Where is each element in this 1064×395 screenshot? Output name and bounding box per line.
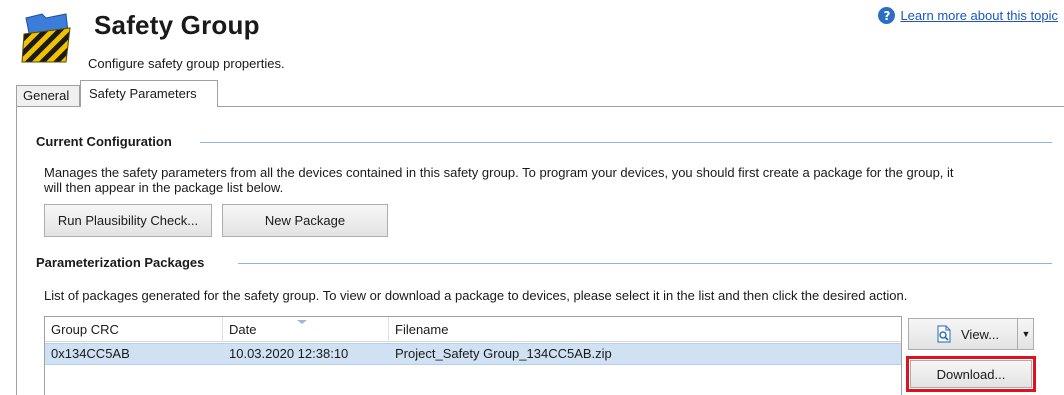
current-configuration-description: Manages the safety parameters from all t… [44, 165, 954, 195]
parameterization-packages-heading: Parameterization Packages [36, 255, 213, 270]
document-view-icon [935, 325, 953, 343]
view-button[interactable]: View... [909, 319, 1017, 349]
table-row[interactable]: 0x134CC5AB 10.03.2020 12:38:10 Project_S… [45, 343, 901, 365]
packages-table[interactable]: Group CRC Date Filename 0x134CC5AB 10.03… [44, 316, 902, 395]
view-button-label: View... [961, 326, 1000, 342]
page-header: Safety Group Configure safety group prop… [0, 0, 1064, 80]
chevron-down-icon[interactable]: ▼ [1018, 319, 1034, 349]
tab-strip: General Safety Parameters [0, 80, 1064, 107]
section-divider [200, 142, 1052, 143]
download-button[interactable]: Download... [910, 360, 1032, 388]
panel-border [16, 106, 17, 395]
view-split-button[interactable]: View... ▼ [908, 318, 1034, 350]
sort-arrow-icon [297, 320, 307, 324]
column-header-filename[interactable]: Filename [389, 317, 901, 342]
column-header-group-crc[interactable]: Group CRC [45, 317, 223, 342]
table-header: Group CRC Date Filename [45, 317, 901, 342]
tab-safety-parameters[interactable]: Safety Parameters [80, 80, 218, 107]
current-configuration-heading: Current Configuration [36, 134, 180, 149]
tab-general[interactable]: General [16, 85, 80, 107]
new-package-button[interactable]: New Package [222, 204, 388, 237]
cell-group-crc: 0x134CC5AB [51, 346, 130, 361]
safety-group-folder-icon [20, 10, 76, 66]
run-plausibility-check-button[interactable]: Run Plausibility Check... [44, 204, 212, 237]
question-icon[interactable]: ? [878, 7, 896, 24]
description-line: Manages the safety parameters from all t… [44, 165, 954, 180]
section-divider [238, 263, 1052, 264]
learn-more-link[interactable]: Learn more about this topic [900, 8, 1058, 23]
description-line: will then appear in the package list bel… [44, 180, 284, 195]
cell-date: 10.03.2020 12:38:10 [229, 346, 349, 361]
page-title: Safety Group [94, 10, 260, 40]
page-subtitle: Configure safety group properties. [88, 56, 285, 71]
cell-filename: Project_Safety Group_134CC5AB.zip [395, 346, 612, 361]
help-link-group[interactable]: ? Learn more about this topic [878, 7, 1058, 24]
packages-description: List of packages generated for the safet… [44, 288, 908, 303]
